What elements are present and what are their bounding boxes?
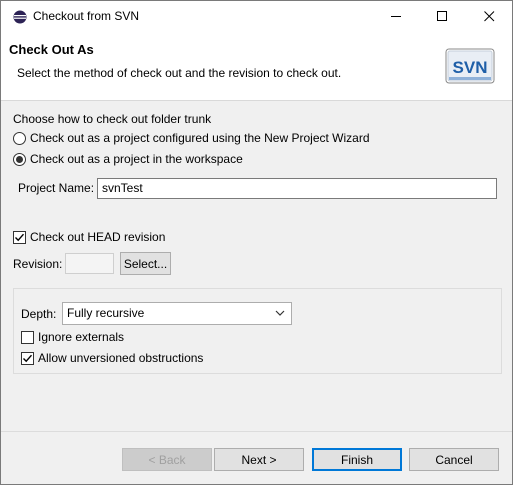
radio-new-project-wizard[interactable]: Check out as a project configured using … bbox=[13, 131, 370, 145]
revision-label: Revision: bbox=[13, 257, 63, 271]
title-bar[interactable]: Checkout from SVN bbox=[1, 1, 512, 31]
radio-workspace-project[interactable]: Check out as a project in the workspace bbox=[13, 152, 243, 166]
revision-input[interactable] bbox=[65, 253, 114, 274]
cancel-button[interactable]: Cancel bbox=[409, 448, 499, 471]
checkout-dialog: Checkout from SVN Check Out As Select th… bbox=[0, 0, 513, 485]
checkbox[interactable] bbox=[21, 351, 34, 365]
checkbox-label: Check out HEAD revision bbox=[30, 230, 166, 244]
checkbox-label: Allow unversioned obstructions bbox=[38, 351, 204, 365]
checkbox-ignore-externals[interactable]: Ignore externals bbox=[21, 330, 124, 344]
checkbox[interactable] bbox=[21, 330, 34, 344]
minimize-icon bbox=[390, 15, 401, 17]
checkout-method-label: Choose how to check out folder trunk bbox=[13, 112, 212, 126]
depth-select-value: Fully recursive bbox=[67, 306, 145, 320]
checkbox-head-revision[interactable]: Check out HEAD revision bbox=[13, 230, 165, 244]
checkmark-icon bbox=[15, 233, 25, 241]
checkbox-label: Ignore externals bbox=[38, 330, 125, 344]
page-description: Select the method of check out and the r… bbox=[17, 66, 342, 80]
maximize-icon bbox=[436, 10, 447, 21]
radio-label: Check out as a project in the workspace bbox=[30, 152, 243, 166]
wizard-content: Choose how to check out folder trunk Che… bbox=[1, 101, 512, 431]
minimize-button[interactable] bbox=[373, 1, 419, 31]
page-title: Check Out As bbox=[9, 42, 94, 57]
checkmark-icon bbox=[23, 354, 33, 362]
close-icon bbox=[483, 10, 494, 21]
select-revision-button[interactable]: Select... bbox=[120, 252, 171, 275]
svn-logo-icon: SVN bbox=[445, 48, 495, 84]
back-button[interactable]: < Back bbox=[122, 448, 212, 471]
wizard-banner: Check Out As Select the method of check … bbox=[1, 31, 512, 101]
depth-group: Depth: Fully recursive Ignore externals … bbox=[13, 288, 502, 374]
project-name-input[interactable]: svnTest bbox=[97, 178, 497, 199]
close-button[interactable] bbox=[466, 1, 512, 31]
radio-label: Check out as a project configured using … bbox=[30, 131, 370, 145]
checkbox-allow-unversioned[interactable]: Allow unversioned obstructions bbox=[21, 351, 203, 365]
eclipse-icon bbox=[13, 10, 27, 24]
next-button[interactable]: Next > bbox=[214, 448, 304, 471]
window-title: Checkout from SVN bbox=[33, 9, 140, 23]
depth-select[interactable]: Fully recursive bbox=[62, 302, 292, 325]
checkbox[interactable] bbox=[13, 230, 26, 244]
svn-logo-text: SVN bbox=[453, 58, 488, 77]
depth-label: Depth: bbox=[21, 307, 57, 321]
radio-button[interactable] bbox=[13, 131, 26, 145]
finish-button[interactable]: Finish bbox=[312, 448, 402, 471]
maximize-button[interactable] bbox=[419, 1, 465, 31]
chevron-down-icon bbox=[275, 310, 285, 316]
footer-divider bbox=[1, 431, 512, 432]
project-name-label: Project Name: bbox=[18, 181, 95, 195]
radio-button-selected[interactable] bbox=[13, 152, 26, 166]
